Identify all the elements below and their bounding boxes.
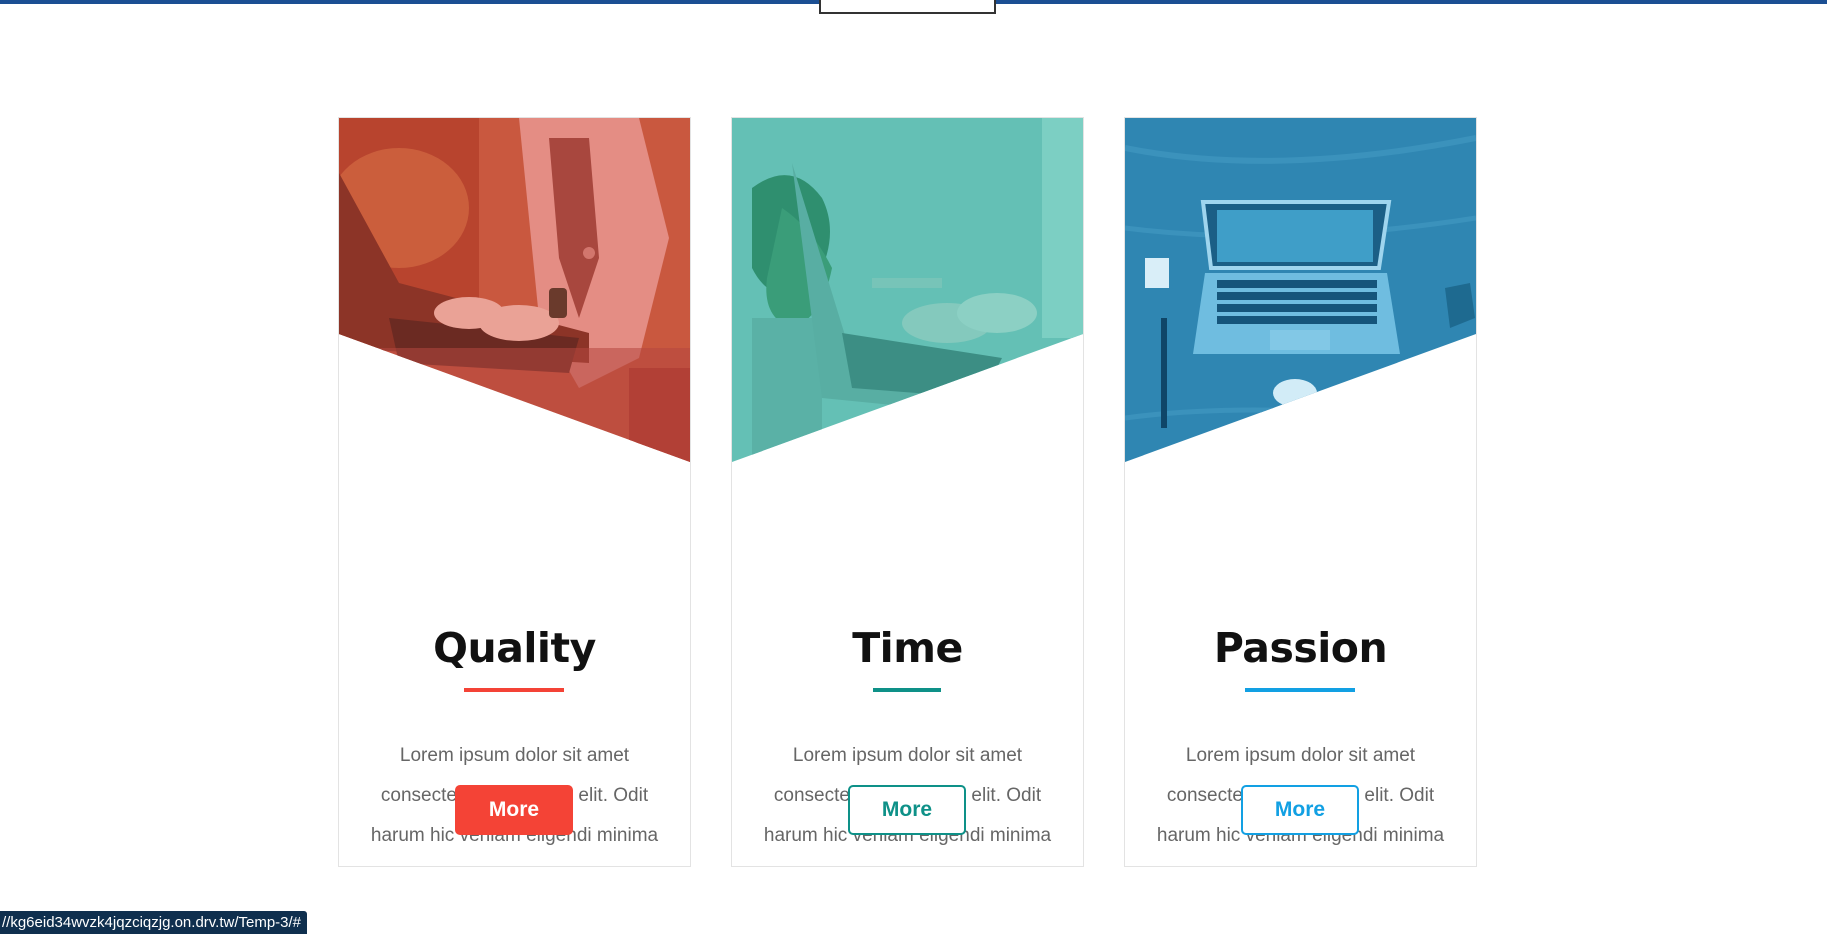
title-underline — [464, 688, 564, 692]
card-title: Quality — [433, 624, 596, 672]
card-image-time — [732, 118, 1083, 462]
status-bar-url: //kg6eid34wvzk4jqzciqzjg.on.drv.tw/Temp-… — [0, 911, 308, 934]
title-underline — [1245, 688, 1355, 692]
card-image-quality — [339, 118, 690, 462]
top-nav-tab[interactable] — [819, 0, 996, 14]
card-passion: Passion Lorem ipsum dolor sit amet conse… — [1124, 117, 1477, 867]
card-quality: Quality Lorem ipsum dolor sit amet conse… — [338, 117, 691, 867]
card-title: Passion — [1213, 624, 1388, 672]
card-title: Time — [852, 624, 963, 672]
more-button-time[interactable]: More — [848, 785, 966, 835]
card-time: Time Lorem ipsum dolor sit amet consecte… — [731, 117, 1084, 867]
more-button-quality[interactable]: More — [455, 785, 573, 835]
title-underline — [873, 688, 941, 692]
card-image-passion — [1125, 118, 1476, 462]
more-button-passion[interactable]: More — [1241, 785, 1359, 835]
